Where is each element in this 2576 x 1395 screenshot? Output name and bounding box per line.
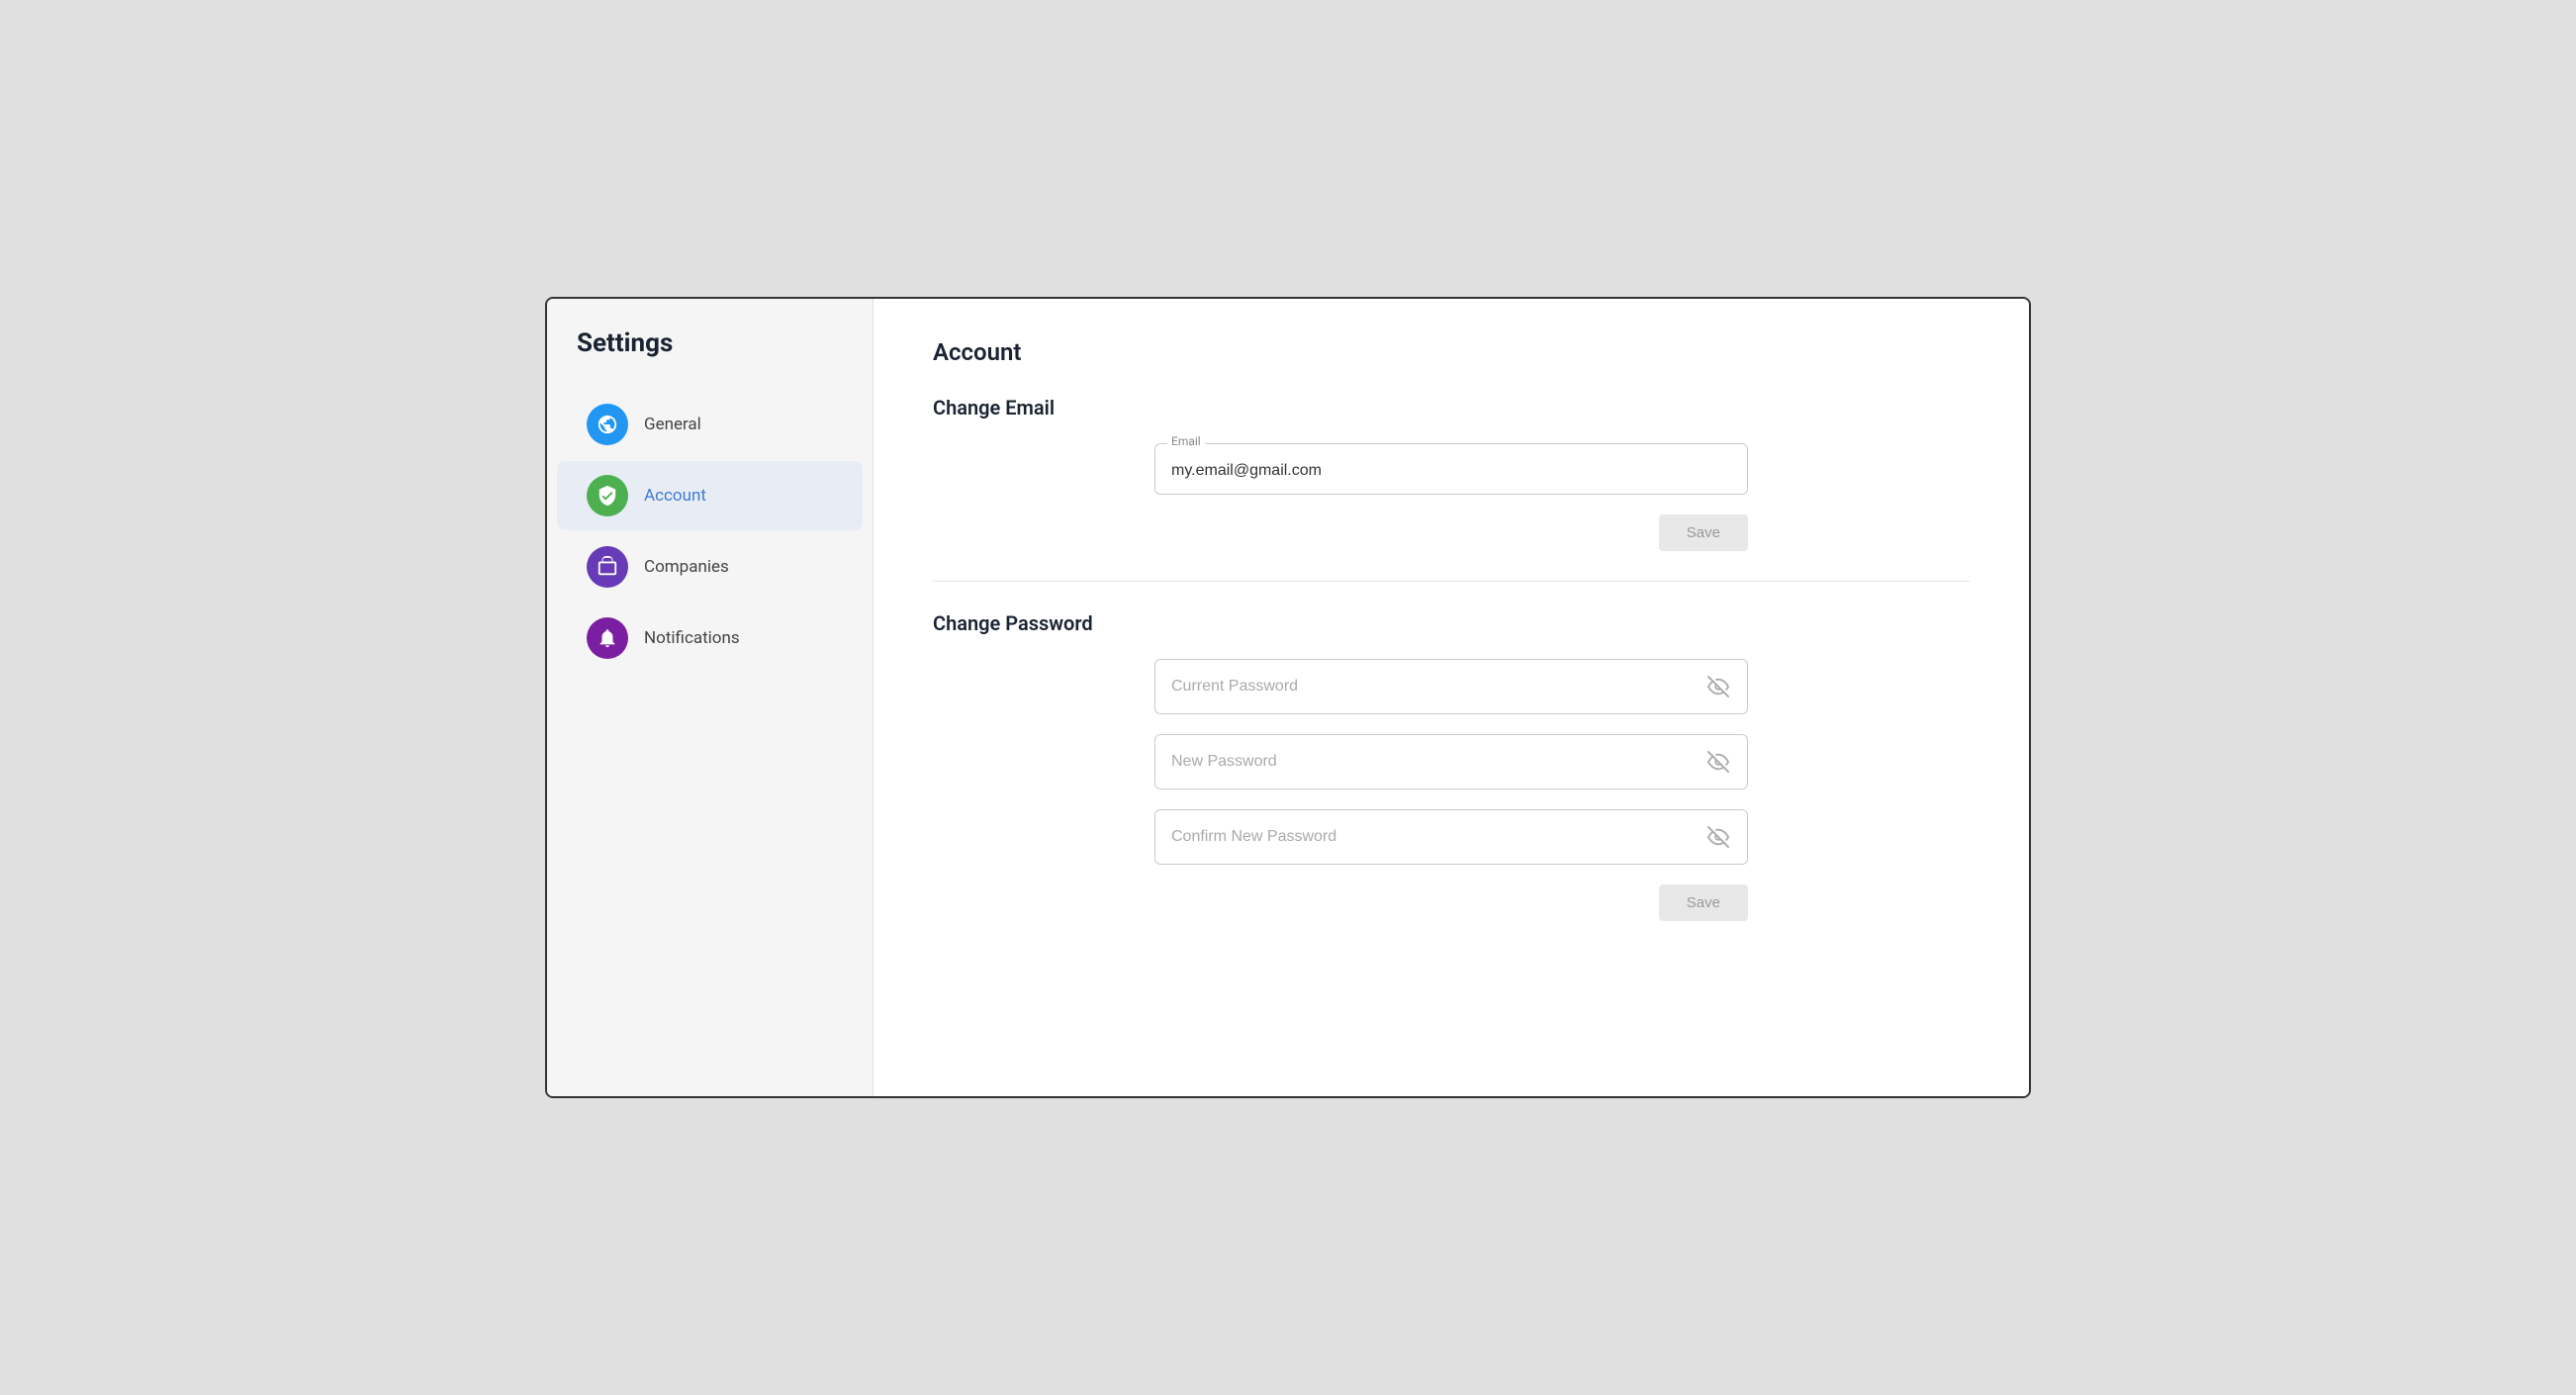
new-password-wrapper — [1154, 734, 1748, 790]
current-password-wrapper — [1154, 659, 1748, 714]
sidebar-notifications-label: Notifications — [644, 628, 740, 648]
sidebar-item-general[interactable]: General — [557, 390, 863, 459]
sidebar-item-notifications[interactable]: Notifications — [557, 604, 863, 673]
sidebar-item-companies[interactable]: Companies — [557, 532, 863, 602]
change-email-section: Change Email Email Save — [933, 396, 1970, 551]
app-window: Settings General Account — [545, 297, 2031, 1098]
general-icon-circle — [587, 404, 628, 445]
sidebar-account-label: Account — [644, 486, 706, 506]
account-icon-circle — [587, 475, 628, 516]
current-password-input[interactable] — [1155, 660, 1747, 713]
main-content: Account Change Email Email Save Change P… — [874, 299, 2029, 1096]
sidebar-item-account[interactable]: Account — [557, 461, 863, 530]
change-password-title: Change Password — [933, 611, 1970, 635]
email-save-button[interactable]: Save — [1659, 514, 1748, 551]
email-input[interactable] — [1155, 444, 1747, 494]
sidebar-general-label: General — [644, 415, 701, 434]
eye-off-icon-2 — [1707, 751, 1729, 773]
new-password-input[interactable] — [1155, 735, 1747, 789]
change-email-title: Change Email — [933, 396, 1970, 419]
eye-off-icon — [1707, 676, 1729, 698]
new-password-group — [1154, 734, 1748, 790]
email-form-group: Email — [1154, 443, 1748, 495]
confirm-password-wrapper — [1154, 809, 1748, 865]
email-save-wrapper: Save — [1154, 514, 1748, 551]
current-password-toggle[interactable] — [1703, 672, 1733, 701]
password-save-button[interactable]: Save — [1659, 884, 1748, 921]
bell-icon — [597, 627, 618, 649]
companies-icon-circle — [587, 546, 628, 588]
new-password-toggle[interactable] — [1703, 747, 1733, 777]
page-title: Account — [933, 338, 1970, 366]
confirm-password-toggle[interactable] — [1703, 822, 1733, 852]
confirm-password-input[interactable] — [1155, 810, 1747, 864]
sidebar-companies-label: Companies — [644, 557, 729, 577]
password-save-wrapper: Save — [1154, 884, 1748, 921]
briefcase-icon — [597, 556, 618, 578]
change-password-section: Change Password — [933, 611, 1970, 921]
shield-check-icon — [597, 485, 618, 507]
globe-icon — [597, 414, 618, 435]
eye-off-icon-3 — [1707, 826, 1729, 848]
notifications-icon-circle — [587, 617, 628, 659]
app-title: Settings — [547, 328, 873, 388]
current-password-group — [1154, 659, 1748, 714]
email-label: Email — [1167, 434, 1205, 448]
sidebar: Settings General Account — [547, 299, 874, 1096]
section-divider — [933, 581, 1970, 582]
email-field-wrapper: Email — [1154, 443, 1748, 495]
confirm-password-group — [1154, 809, 1748, 865]
